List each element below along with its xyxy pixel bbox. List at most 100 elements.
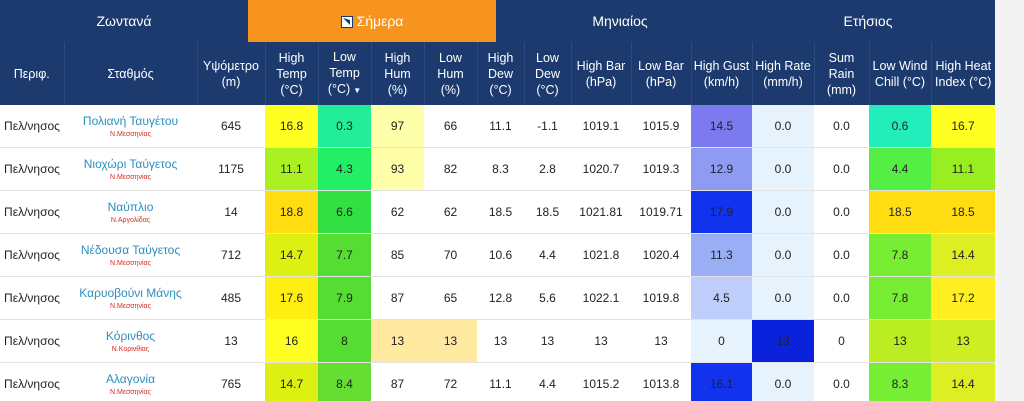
- table-row: Πελ/νησος Νέδουσα Ταύγετος Ν.Μεσσηνίας 712 1…: [0, 233, 995, 277]
- sum-rain-cell: 0.0: [814, 362, 869, 401]
- column-header-altitude[interactable]: Υψόμετρο (m): [196, 42, 265, 105]
- column-header-label: High Rate (mm/h): [755, 58, 811, 89]
- column-header-high-bar[interactable]: High Bar (hPa): [570, 42, 631, 105]
- high-dew-cell: 10.6: [477, 233, 524, 277]
- table-row: Πελ/νησος Αλαγονία Ν.Μεσσηνίας 765 14.7 8.4 87…: [0, 362, 995, 401]
- high-rate-cell: 0.0: [752, 233, 814, 277]
- high-hum-cell: 13: [371, 319, 424, 363]
- low-wind-chill-cell: 18.5: [869, 190, 931, 234]
- column-header-high-dew[interactable]: High Dew (°C): [476, 42, 524, 105]
- high-temp-cell: 18.8: [265, 190, 318, 234]
- station-link[interactable]: Νιοχώρι Ταύγετος: [64, 156, 197, 172]
- tab-3[interactable]: Ετήσιος: [744, 0, 992, 42]
- station-link[interactable]: Πολιανή Ταυγέτου: [64, 113, 197, 129]
- low-temp-cell: 6.6: [318, 190, 371, 234]
- altitude-cell: 1175: [197, 147, 265, 191]
- high-dew-cell: 11.1: [477, 362, 524, 401]
- station-link[interactable]: Αλαγονία: [64, 371, 197, 387]
- column-header-low-temp[interactable]: Low Temp (°C) ▼: [317, 42, 371, 105]
- altitude-cell: 13: [197, 319, 265, 363]
- low-hum-cell: 65: [424, 276, 477, 320]
- column-header-low-wind-chill[interactable]: Low Wind Chill (°C): [868, 42, 931, 105]
- sum-rain-cell: 0.0: [814, 276, 869, 320]
- sort-down-icon[interactable]: ▼: [353, 86, 361, 95]
- low-temp-cell: 4.3: [318, 147, 371, 191]
- table-row: Πελ/νησος Ναύπλιο Ν.Αργολίδας 14 18.8 6.6 62 62…: [0, 190, 995, 234]
- high-bar-cell: 1021.81: [571, 190, 631, 234]
- high-dew-cell: 18.5: [477, 190, 524, 234]
- high-rate-cell: 0.0: [752, 190, 814, 234]
- region-cell: Πελ/νησος: [0, 147, 64, 191]
- table-row: Πελ/νησος Καρυοβούνι Μάνης Ν.Μεσσηνίας 485 1…: [0, 276, 995, 320]
- period-tabs: Ζωντανά Σήμερα Μηνιαίος Ετήσιος: [0, 0, 995, 42]
- station-link[interactable]: Καρυοβούνι Μάνης: [64, 285, 197, 301]
- region-cell: Πελ/νησος: [0, 105, 64, 148]
- column-header-label: Low Wind Chill (°C): [872, 58, 928, 89]
- high-heat-index-cell: 18.5: [931, 190, 995, 234]
- high-heat-index-cell: 13: [931, 319, 995, 363]
- altitude-cell: 14: [197, 190, 265, 234]
- sum-rain-cell: 0.0: [814, 105, 869, 148]
- low-bar-cell: 1019.3: [631, 147, 691, 191]
- column-header-high-hum[interactable]: High Hum (%): [370, 42, 424, 105]
- column-header-region[interactable]: Περιφ.: [0, 42, 64, 105]
- low-temp-cell: 7.9: [318, 276, 371, 320]
- low-dew-cell: 5.6: [524, 276, 571, 320]
- high-dew-cell: 11.1: [477, 105, 524, 148]
- low-bar-cell: 1019.8: [631, 276, 691, 320]
- high-gust-cell: 0: [691, 319, 752, 363]
- low-wind-chill-cell: 13: [869, 319, 931, 363]
- column-header-high-rate[interactable]: High Rate (mm/h): [751, 42, 814, 105]
- high-hum-cell: 85: [371, 233, 424, 277]
- high-dew-cell: 12.8: [477, 276, 524, 320]
- column-header-low-dew[interactable]: Low Dew (°C): [523, 42, 571, 105]
- tab-0[interactable]: Ζωντανά: [0, 0, 248, 42]
- column-header-label: Low Dew (°C): [534, 50, 560, 97]
- column-header-station[interactable]: Σταθμός: [63, 42, 197, 105]
- high-gust-cell: 11.3: [691, 233, 752, 277]
- station-link[interactable]: Κόρινθος: [64, 328, 197, 344]
- high-bar-cell: 1020.7: [571, 147, 631, 191]
- column-header-label: Low Bar (hPa): [638, 58, 684, 89]
- high-bar-cell: 1019.1: [571, 105, 631, 148]
- station-link[interactable]: Νέδουσα Ταύγετος: [64, 242, 197, 258]
- low-temp-cell: 7.7: [318, 233, 371, 277]
- column-header-label: High Temp (°C): [276, 50, 307, 97]
- low-wind-chill-cell: 7.8: [869, 276, 931, 320]
- tab-1[interactable]: Σήμερα: [248, 0, 496, 42]
- column-header-high-gust[interactable]: High Gust (km/h): [690, 42, 752, 105]
- prefecture-label: Ν.Μεσσηνίας: [110, 302, 151, 310]
- high-temp-cell: 14.7: [265, 233, 318, 277]
- station-cell: Ναύπλιο Ν.Αργολίδας: [64, 190, 197, 234]
- high-gust-cell: 4.5: [691, 276, 752, 320]
- station-cell: Νιοχώρι Ταύγετος Ν.Μεσσηνίας: [64, 147, 197, 191]
- table-row: Πελ/νησος Κόρινθος Ν.Κορινθίας 13 16 8 13 13 13 1…: [0, 319, 995, 363]
- column-header-high-temp[interactable]: High Temp (°C): [264, 42, 318, 105]
- low-bar-cell: 13: [631, 319, 691, 363]
- region-cell: Πελ/νησος: [0, 319, 64, 363]
- high-temp-cell: 11.1: [265, 147, 318, 191]
- station-link[interactable]: Ναύπλιο: [64, 199, 197, 215]
- station-cell: Καρυοβούνι Μάνης Ν.Μεσσηνίας: [64, 276, 197, 320]
- prefecture-label: Ν.Μεσσηνίας: [110, 388, 151, 396]
- low-wind-chill-cell: 7.8: [869, 233, 931, 277]
- column-header-high-heat-index[interactable]: High Heat Index (°C): [930, 42, 995, 105]
- high-rate-cell: 13: [752, 319, 814, 363]
- tab-2[interactable]: Μηνιαίος: [496, 0, 744, 42]
- tab-label: Μηνιαίος: [592, 13, 648, 29]
- low-hum-cell: 62: [424, 190, 477, 234]
- prefecture-label: Ν.Αργολίδας: [110, 216, 151, 224]
- low-dew-cell: 2.8: [524, 147, 571, 191]
- high-temp-cell: 16.8: [265, 105, 318, 148]
- tab-label: Σήμερα: [356, 13, 404, 29]
- high-heat-index-cell: 16.7: [931, 105, 995, 148]
- station-cell: Κόρινθος Ν.Κορινθίας: [64, 319, 197, 363]
- station-cell: Νέδουσα Ταύγετος Ν.Μεσσηνίας: [64, 233, 197, 277]
- prefecture-label: Ν.Μεσσηνίας: [110, 259, 151, 267]
- column-header-low-hum[interactable]: Low Hum (%): [423, 42, 477, 105]
- low-dew-cell: 4.4: [524, 362, 571, 401]
- column-header-low-bar[interactable]: Low Bar (hPa): [630, 42, 691, 105]
- column-header-sum-rain[interactable]: Sum Rain (mm): [813, 42, 869, 105]
- low-dew-cell: 18.5: [524, 190, 571, 234]
- high-hum-cell: 62: [371, 190, 424, 234]
